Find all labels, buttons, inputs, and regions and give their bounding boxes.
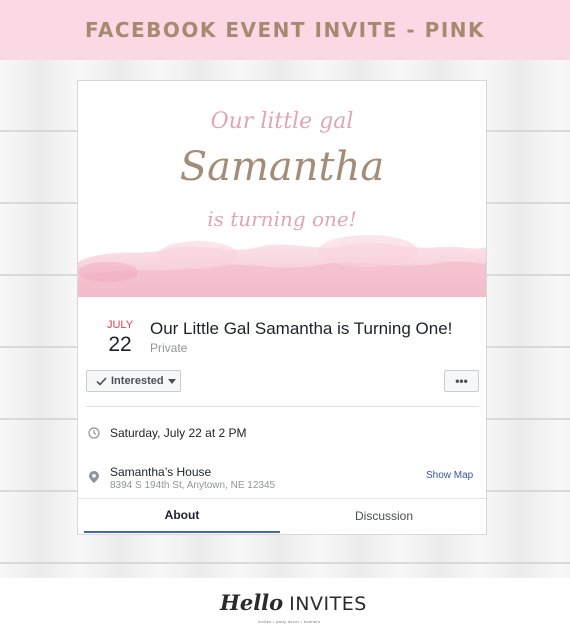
logo-script: Hello: [220, 590, 284, 615]
logo-word: INVITES: [289, 593, 367, 615]
interested-label: Interested: [111, 375, 164, 387]
place-name[interactable]: Samantha’s House: [110, 465, 211, 479]
top-banner: FACEBOOK EVENT INVITE - PINK: [0, 0, 570, 60]
cover-name: Samantha: [179, 144, 385, 190]
banner-title: FACEBOOK EVENT INVITE - PINK: [84, 18, 485, 42]
place-address: 8394 S 194th St, Anytown, NE 12345: [110, 480, 276, 491]
event-header: JULY 22 Our Little Gal Samantha is Turni…: [78, 297, 486, 369]
event-card: Our little gal Samantha is turning one! …: [77, 80, 487, 535]
event-cover-image: Our little gal Samantha is turning one!: [78, 81, 486, 297]
event-title[interactable]: Our Little Gal Samantha is Turning One!: [150, 319, 452, 339]
event-privacy: Private: [150, 341, 188, 355]
event-month: JULY: [106, 319, 134, 331]
hello-invites-logo: Hello INVITES: [220, 590, 367, 615]
watercolor-decoration: [78, 235, 486, 297]
divider: [86, 406, 479, 407]
footer: Hello INVITES invites • party decor • ba…: [0, 578, 570, 636]
clock-icon: [88, 427, 100, 439]
more-options-button[interactable]: •••: [444, 370, 479, 392]
show-map-link[interactable]: Show Map: [426, 470, 473, 481]
cover-line-1: Our little gal: [210, 109, 354, 134]
check-icon: [96, 376, 107, 386]
logo-tagline: invites • party decor • banners: [258, 619, 321, 624]
location-pin-icon: [88, 471, 100, 483]
tab-discussion[interactable]: Discussion: [286, 499, 482, 533]
event-time[interactable]: Saturday, July 22 at 2 PM: [110, 426, 247, 440]
caret-down-icon: [167, 378, 176, 384]
more-options-label: •••: [455, 374, 468, 388]
tab-about[interactable]: About: [84, 499, 280, 533]
interested-button[interactable]: Interested: [86, 370, 181, 392]
event-day: 22: [108, 333, 132, 356]
